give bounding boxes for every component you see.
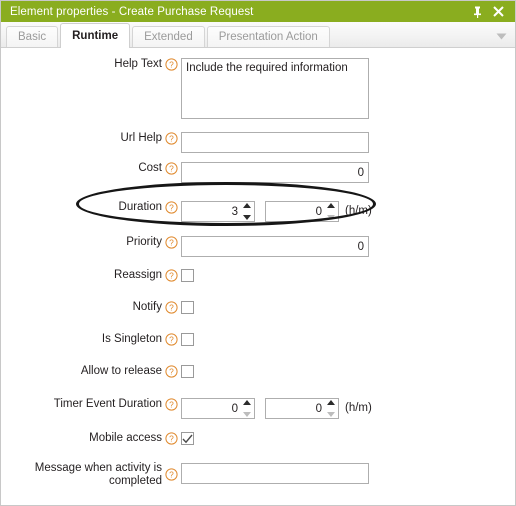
title-bar-buttons xyxy=(471,5,509,18)
field-row-cost: Cost ? xyxy=(14,162,369,183)
notify-label: Notify xyxy=(132,301,162,313)
message-completed-input[interactable] xyxy=(181,463,369,484)
svg-text:?: ? xyxy=(169,203,174,213)
window-title: Element properties - Create Purchase Req… xyxy=(10,5,254,18)
field-row-duration: Duration ? (h/m) xyxy=(14,201,372,222)
help-icon[interactable]: ? xyxy=(165,301,178,314)
stepper-up-icon[interactable] xyxy=(242,203,251,208)
allow-to-release-label: Allow to release xyxy=(80,365,162,377)
mobile-access-checkbox[interactable] xyxy=(181,432,194,445)
field-row-is-singleton: Is Singleton ? xyxy=(14,333,194,346)
runtime-form: Help Text ? Url Help ? Cost ? Duration xyxy=(1,48,515,505)
duration-unit-label: (h/m) xyxy=(345,205,372,217)
timer-hours-stepper[interactable] xyxy=(181,398,255,419)
field-row-timer-event-duration: Timer Event Duration ? (h/m) xyxy=(14,398,372,419)
help-text-input[interactable] xyxy=(181,58,369,119)
stepper-up-icon[interactable] xyxy=(326,400,335,405)
svg-text:?: ? xyxy=(169,164,174,174)
notify-checkbox[interactable] xyxy=(181,301,194,314)
tab-runtime[interactable]: Runtime xyxy=(60,23,131,48)
help-text-label: Help Text xyxy=(114,58,162,70)
priority-input[interactable] xyxy=(181,236,369,257)
field-row-message-completed: Message when activity is completed ? xyxy=(14,462,369,487)
tab-presentation-action[interactable]: Presentation Action xyxy=(206,26,330,47)
svg-text:?: ? xyxy=(169,303,174,313)
reassign-checkbox[interactable] xyxy=(181,269,194,282)
close-icon[interactable] xyxy=(492,5,504,18)
stepper-arrows[interactable] xyxy=(242,203,251,220)
tab-extended[interactable]: Extended xyxy=(132,26,205,47)
stepper-arrows[interactable] xyxy=(326,203,335,220)
timer-event-duration-label: Timer Event Duration xyxy=(53,398,162,410)
svg-text:?: ? xyxy=(169,238,174,248)
stepper-up-icon[interactable] xyxy=(326,203,335,208)
field-row-mobile-access: Mobile access ? xyxy=(14,432,194,445)
is-singleton-label: Is Singleton xyxy=(101,333,162,345)
svg-text:?: ? xyxy=(169,434,174,444)
help-icon[interactable]: ? xyxy=(165,468,178,481)
field-row-notify: Notify ? xyxy=(14,301,194,314)
duration-hours-stepper[interactable] xyxy=(181,201,255,222)
message-completed-label: Message when activity is completed xyxy=(34,462,162,487)
title-bar: Element properties - Create Purchase Req… xyxy=(1,1,515,22)
allow-to-release-checkbox[interactable] xyxy=(181,365,194,378)
element-properties-window: Element properties - Create Purchase Req… xyxy=(0,0,516,506)
cost-input[interactable] xyxy=(181,162,369,183)
help-icon[interactable]: ? xyxy=(165,398,178,411)
stepper-down-icon[interactable] xyxy=(326,412,335,417)
tab-basic[interactable]: Basic xyxy=(6,26,59,47)
url-help-input[interactable] xyxy=(181,132,369,153)
help-icon[interactable]: ? xyxy=(165,162,178,175)
svg-text:?: ? xyxy=(169,367,174,377)
help-icon[interactable]: ? xyxy=(165,132,178,145)
field-row-url-help: Url Help ? xyxy=(14,132,369,153)
help-icon[interactable]: ? xyxy=(165,333,178,346)
cost-label: Cost xyxy=(138,162,162,174)
is-singleton-checkbox[interactable] xyxy=(181,333,194,346)
stepper-arrows[interactable] xyxy=(242,400,251,417)
mobile-access-label: Mobile access xyxy=(89,432,162,444)
svg-text:?: ? xyxy=(169,271,174,281)
field-row-reassign: Reassign ? xyxy=(14,269,194,282)
priority-label: Priority xyxy=(126,236,162,248)
reassign-label: Reassign xyxy=(114,269,162,281)
svg-text:?: ? xyxy=(169,400,174,410)
help-icon[interactable]: ? xyxy=(165,201,178,214)
stepper-arrows[interactable] xyxy=(326,400,335,417)
svg-text:?: ? xyxy=(169,335,174,345)
stepper-up-icon[interactable] xyxy=(242,400,251,405)
chevron-down-icon[interactable] xyxy=(495,30,507,42)
field-row-priority: Priority ? xyxy=(14,236,369,257)
svg-text:?: ? xyxy=(169,470,174,480)
stepper-down-icon[interactable] xyxy=(242,215,251,220)
stepper-down-icon[interactable] xyxy=(242,412,251,417)
timer-unit-label: (h/m) xyxy=(345,402,372,414)
help-icon[interactable]: ? xyxy=(165,58,178,71)
checkmark-icon xyxy=(182,434,193,443)
duration-label: Duration xyxy=(118,201,162,213)
duration-minutes-stepper[interactable] xyxy=(265,201,339,222)
svg-text:?: ? xyxy=(169,134,174,144)
field-row-help-text: Help Text ? xyxy=(14,58,369,119)
help-icon[interactable]: ? xyxy=(165,236,178,249)
field-row-allow-to-release: Allow to release ? xyxy=(14,365,194,378)
pin-icon[interactable] xyxy=(471,5,483,18)
help-icon[interactable]: ? xyxy=(165,269,178,282)
timer-minutes-stepper[interactable] xyxy=(265,398,339,419)
tab-bar: Basic Runtime Extended Presentation Acti… xyxy=(1,22,515,48)
stepper-down-icon[interactable] xyxy=(326,215,335,220)
svg-text:?: ? xyxy=(169,60,174,70)
help-icon[interactable]: ? xyxy=(165,432,178,445)
help-icon[interactable]: ? xyxy=(165,365,178,378)
url-help-label: Url Help xyxy=(120,132,162,144)
